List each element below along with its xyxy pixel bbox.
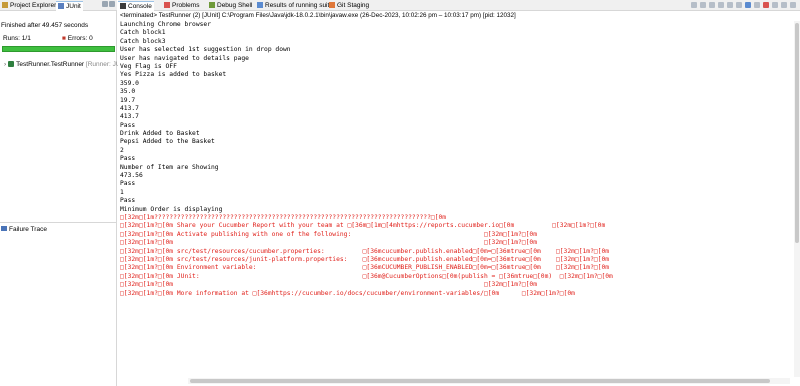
console-icon: [120, 3, 126, 9]
open-console-icon[interactable]: [754, 2, 760, 8]
test-tree-item-name: TestRunner.TestRunner: [16, 61, 85, 68]
console-line: 473.56: [120, 172, 143, 180]
console-line: 359.0: [120, 79, 139, 87]
console-line: Drink Added to Basket: [120, 130, 200, 138]
minimize-icon[interactable]: [781, 2, 787, 8]
console-line: □[32m□[1m?□[0m Activate publishing with …: [120, 230, 538, 238]
console-line: Veg Flag is OFF: [120, 62, 177, 70]
tab-results-of-running-suite[interactable]: Results of running suite: [257, 1, 333, 11]
git-icon: [329, 2, 335, 8]
console-line: Number of Item are Showing: [120, 163, 219, 171]
tab-debug-shell[interactable]: Debug Shell: [209, 1, 252, 11]
debug-shell-icon: [209, 2, 215, 8]
console-line: Pass: [120, 155, 136, 163]
folder-icon: [2, 2, 8, 8]
maximize-icon[interactable]: [109, 1, 115, 7]
scroll-lock-icon[interactable]: [718, 2, 724, 8]
console-output[interactable]: Launching Chrome browser Catch block1 Catc…: [120, 21, 792, 304]
errors-label: Errors:: [67, 35, 88, 42]
tab-problems-label: Problems: [172, 2, 200, 9]
console-line: □[32m□[1m?□[0m □[32m□[1m?□[0m: [120, 281, 538, 289]
tab-results-label: Results of running suite: [265, 2, 333, 9]
errors-counter: ■ Errors: 0: [62, 35, 93, 42]
console-line: Pass: [120, 197, 136, 205]
console-line: □[32m□[1m?□[0m src/test/resources/cucumb…: [120, 247, 610, 255]
tab-git-staging[interactable]: Git Staging: [329, 1, 369, 11]
console-line: □[32m□[1m?□[0m Environment variable: □[3…: [120, 264, 610, 272]
console-line: Yes Pizza is added to basket: [120, 71, 227, 79]
results-icon: [257, 2, 263, 8]
failure-trace-header: Failure Trace: [1, 226, 47, 233]
tab-project-explorer-label: Project Explorer: [10, 2, 57, 9]
tab-project-explorer[interactable]: Project Explorer: [2, 1, 56, 11]
console-line: 2: [120, 146, 124, 154]
console-line: User has selected 1st suggestion in drop…: [120, 46, 291, 54]
junit-view-panel: Project Explorer JUnit Finished after 49…: [0, 0, 124, 386]
view-menu-icon[interactable]: [772, 2, 778, 8]
console-line: □[32m□[1m?□[0m □[32m□[1m?□[0m: [120, 239, 538, 247]
terminate-icon[interactable]: [763, 2, 769, 8]
tab-junit-label: JUnit: [66, 3, 81, 10]
runs-label: Runs:: [3, 35, 20, 42]
failure-trace-icon: [1, 226, 7, 231]
remove-all-icon[interactable]: [700, 2, 706, 8]
tab-git-staging-label: Git Staging: [337, 2, 370, 9]
vertical-scroll-thumb[interactable]: [795, 23, 799, 243]
console-line: Catch block1: [120, 29, 166, 37]
console-line: Launching Chrome browser: [120, 21, 211, 28]
console-line: Pepsi Added to the Basket: [120, 138, 215, 146]
console-line: 35.0: [120, 88, 136, 96]
console-line: □[32m□[1m?□[0m src/test/resources/junit-…: [120, 255, 610, 263]
tab-problems[interactable]: Problems: [164, 1, 199, 11]
vertical-scrollbar[interactable]: [794, 21, 800, 377]
horizontal-scrollbar[interactable]: [188, 378, 790, 384]
test-tree-item[interactable]: › TestRunner.TestRunner [Runner: JUn: [4, 61, 124, 68]
junit-icon: [58, 3, 64, 9]
clear-console-icon[interactable]: [709, 2, 715, 8]
remove-launch-icon[interactable]: [691, 2, 697, 8]
console-line: 413.7: [120, 104, 139, 112]
problems-icon: [164, 2, 170, 8]
display-console-icon[interactable]: [745, 2, 751, 8]
divider: [0, 222, 117, 223]
console-toolbar: [688, 2, 796, 10]
finished-status: Finished after 49.457 seconds: [1, 22, 89, 29]
left-toolbar: [101, 1, 115, 10]
console-line: □[32m□[1m?□[0m Share your Cucumber Repor…: [120, 222, 606, 230]
test-suite-icon: [8, 61, 15, 67]
console-status-line: <terminated> TestRunner (2) [JUnit] C:\P…: [120, 12, 516, 19]
console-line: 413.7: [120, 113, 139, 121]
error-icon: ■: [62, 35, 66, 42]
pin-console-icon[interactable]: [736, 2, 742, 8]
console-line: Pass: [120, 121, 136, 129]
console-line: □[32m□[1m???????????????????????????????…: [120, 213, 447, 221]
test-progress-bar: [2, 46, 115, 52]
console-line: □[32m□[1m?□[0m JUnit: □[36m@CucumberOpti…: [120, 272, 613, 280]
console-line: User has navigated to details page: [120, 54, 249, 62]
console-tab-bar: Console Problems Debug Shell Results of …: [118, 0, 800, 11]
tab-console[interactable]: Console: [118, 1, 154, 11]
minimize-icon[interactable]: [102, 1, 108, 7]
failure-trace-label: Failure Trace: [9, 226, 47, 233]
word-wrap-icon[interactable]: [727, 2, 733, 8]
console-line: 1: [120, 188, 124, 196]
tab-junit[interactable]: JUnit: [56, 1, 83, 11]
chevron-right-icon[interactable]: ›: [4, 61, 6, 68]
horizontal-scroll-thumb[interactable]: [190, 379, 770, 383]
maximize-icon[interactable]: [790, 2, 796, 8]
tab-debug-shell-label: Debug Shell: [217, 2, 253, 9]
runs-counter: Runs: 1/1: [3, 35, 31, 42]
tab-console-label: Console: [128, 3, 152, 10]
runs-value: 1/1: [21, 35, 31, 42]
console-line: 19.7: [120, 96, 136, 104]
console-line: Catch block3: [120, 37, 166, 45]
console-line: □[32m□[1m?□[0m More information at □[36m…: [120, 289, 575, 297]
errors-value: 0: [89, 35, 93, 42]
console-line: Pass: [120, 180, 136, 188]
console-line: Minimum Order is displaying: [120, 205, 223, 213]
console-panel: Console Problems Debug Shell Results of …: [118, 0, 800, 386]
left-tab-bar: Project Explorer JUnit: [0, 0, 117, 11]
